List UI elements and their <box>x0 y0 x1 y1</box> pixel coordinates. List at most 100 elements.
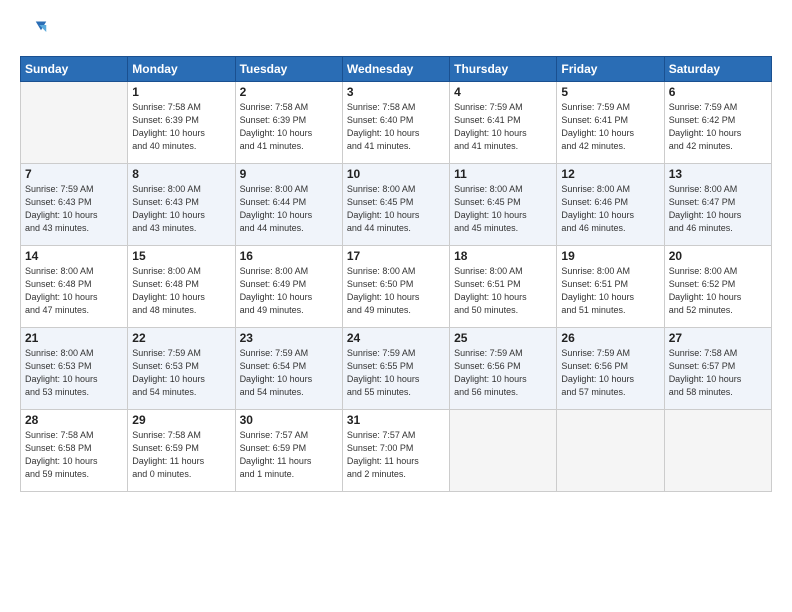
day-info: Sunrise: 7:58 AMSunset: 6:57 PMDaylight:… <box>669 347 767 399</box>
day-info: Sunrise: 7:58 AMSunset: 6:39 PMDaylight:… <box>240 101 338 153</box>
weekday-header-row: SundayMondayTuesdayWednesdayThursdayFrid… <box>21 57 772 82</box>
calendar-cell: 5 Sunrise: 7:59 AMSunset: 6:41 PMDaylight… <box>557 82 664 164</box>
day-number: 1 <box>132 85 230 99</box>
day-info: Sunrise: 7:59 AMSunset: 6:41 PMDaylight:… <box>561 101 659 153</box>
day-info: Sunrise: 7:58 AMSunset: 6:40 PMDaylight:… <box>347 101 445 153</box>
day-info: Sunrise: 7:59 AMSunset: 6:54 PMDaylight:… <box>240 347 338 399</box>
day-number: 14 <box>25 249 123 263</box>
calendar-cell: 11 Sunrise: 8:00 AMSunset: 6:45 PMDayligh… <box>450 164 557 246</box>
day-number: 22 <box>132 331 230 345</box>
calendar-cell: 18Sunrise: 8:00 AMSunset: 6:51 PMDayligh… <box>450 246 557 328</box>
day-number: 29 <box>132 413 230 427</box>
day-number: 25 <box>454 331 552 345</box>
calendar-cell: 23Sunrise: 7:59 AMSunset: 6:54 PMDayligh… <box>235 328 342 410</box>
day-info: Sunrise: 7:59 AMSunset: 6:41 PMDaylight:… <box>454 101 552 153</box>
day-info: Sunrise: 8:00 AMSunset: 6:48 PMDaylight:… <box>132 265 230 317</box>
day-number: 31 <box>347 413 445 427</box>
day-info: Sunrise: 8:00 AMSunset: 6:49 PMDaylight:… <box>240 265 338 317</box>
page: SundayMondayTuesdayWednesdayThursdayFrid… <box>0 0 792 612</box>
day-number: 9 <box>240 167 338 181</box>
calendar-cell: 2 Sunrise: 7:58 AMSunset: 6:39 PMDaylight… <box>235 82 342 164</box>
day-info: Sunrise: 8:00 AMSunset: 6:47 PMDaylight:… <box>669 183 767 235</box>
day-info: Sunrise: 8:00 AMSunset: 6:48 PMDaylight:… <box>25 265 123 317</box>
calendar-cell: 3 Sunrise: 7:58 AMSunset: 6:40 PMDaylight… <box>342 82 449 164</box>
calendar-cell: 22Sunrise: 7:59 AMSunset: 6:53 PMDayligh… <box>128 328 235 410</box>
weekday-header-tuesday: Tuesday <box>235 57 342 82</box>
day-info: Sunrise: 7:59 AMSunset: 6:55 PMDaylight:… <box>347 347 445 399</box>
day-number: 12 <box>561 167 659 181</box>
day-number: 30 <box>240 413 338 427</box>
weekday-header-sunday: Sunday <box>21 57 128 82</box>
day-number: 3 <box>347 85 445 99</box>
day-number: 4 <box>454 85 552 99</box>
calendar-cell: 8 Sunrise: 8:00 AMSunset: 6:43 PMDaylight… <box>128 164 235 246</box>
weekday-header-saturday: Saturday <box>664 57 771 82</box>
calendar-cell: 12 Sunrise: 8:00 AMSunset: 6:46 PMDayligh… <box>557 164 664 246</box>
day-info: Sunrise: 7:58 AMSunset: 6:39 PMDaylight:… <box>132 101 230 153</box>
calendar-cell: 19 Sunrise: 8:00 AMSunset: 6:51 PMDayligh… <box>557 246 664 328</box>
calendar-cell: 28 Sunrise: 7:58 AMSunset: 6:58 PMDayligh… <box>21 410 128 492</box>
day-info: Sunrise: 8:00 AMSunset: 6:43 PMDaylight:… <box>132 183 230 235</box>
calendar-cell <box>21 82 128 164</box>
weekday-header-wednesday: Wednesday <box>342 57 449 82</box>
calendar-cell: 1 Sunrise: 7:58 AMSunset: 6:39 PMDaylight… <box>128 82 235 164</box>
calendar-cell: 25 Sunrise: 7:59 AMSunset: 6:56 PMDayligh… <box>450 328 557 410</box>
day-info: Sunrise: 7:59 AMSunset: 6:43 PMDaylight:… <box>25 183 123 235</box>
day-number: 27 <box>669 331 767 345</box>
calendar-cell: 17Sunrise: 8:00 AMSunset: 6:50 PMDayligh… <box>342 246 449 328</box>
calendar-cell: 6Sunrise: 7:59 AMSunset: 6:42 PMDaylight… <box>664 82 771 164</box>
calendar-cell <box>557 410 664 492</box>
day-number: 19 <box>561 249 659 263</box>
calendar-cell: 27 Sunrise: 7:58 AMSunset: 6:57 PMDayligh… <box>664 328 771 410</box>
day-info: Sunrise: 7:57 AMSunset: 7:00 PMDaylight:… <box>347 429 445 481</box>
day-number: 15 <box>132 249 230 263</box>
day-info: Sunrise: 8:00 AMSunset: 6:44 PMDaylight:… <box>240 183 338 235</box>
day-number: 16 <box>240 249 338 263</box>
week-row-1: 1 Sunrise: 7:58 AMSunset: 6:39 PMDaylight… <box>21 82 772 164</box>
day-number: 7 <box>25 167 123 181</box>
day-number: 13 <box>669 167 767 181</box>
calendar-cell: 13 Sunrise: 8:00 AMSunset: 6:47 PMDayligh… <box>664 164 771 246</box>
day-info: Sunrise: 8:00 AMSunset: 6:51 PMDaylight:… <box>561 265 659 317</box>
day-info: Sunrise: 8:00 AMSunset: 6:50 PMDaylight:… <box>347 265 445 317</box>
calendar-cell: 24 Sunrise: 7:59 AMSunset: 6:55 PMDayligh… <box>342 328 449 410</box>
day-number: 24 <box>347 331 445 345</box>
day-number: 10 <box>347 167 445 181</box>
day-number: 8 <box>132 167 230 181</box>
day-number: 6 <box>669 85 767 99</box>
calendar-table: SundayMondayTuesdayWednesdayThursdayFrid… <box>20 56 772 492</box>
day-info: Sunrise: 7:59 AMSunset: 6:56 PMDaylight:… <box>561 347 659 399</box>
day-info: Sunrise: 7:59 AMSunset: 6:56 PMDaylight:… <box>454 347 552 399</box>
day-number: 20 <box>669 249 767 263</box>
day-info: Sunrise: 8:00 AMSunset: 6:53 PMDaylight:… <box>25 347 123 399</box>
calendar-cell: 30 Sunrise: 7:57 AMSunset: 6:59 PMDayligh… <box>235 410 342 492</box>
logo-icon <box>20 18 48 46</box>
day-info: Sunrise: 7:57 AMSunset: 6:59 PMDaylight:… <box>240 429 338 481</box>
calendar-cell: 26 Sunrise: 7:59 AMSunset: 6:56 PMDayligh… <box>557 328 664 410</box>
calendar-cell <box>450 410 557 492</box>
day-number: 26 <box>561 331 659 345</box>
day-number: 28 <box>25 413 123 427</box>
week-row-2: 7 Sunrise: 7:59 AMSunset: 6:43 PMDaylight… <box>21 164 772 246</box>
logo <box>20 18 52 46</box>
day-info: Sunrise: 8:00 AMSunset: 6:45 PMDaylight:… <box>347 183 445 235</box>
day-number: 21 <box>25 331 123 345</box>
day-number: 2 <box>240 85 338 99</box>
calendar-cell: 10 Sunrise: 8:00 AMSunset: 6:45 PMDayligh… <box>342 164 449 246</box>
week-row-4: 21 Sunrise: 8:00 AMSunset: 6:53 PMDayligh… <box>21 328 772 410</box>
day-number: 5 <box>561 85 659 99</box>
week-row-5: 28 Sunrise: 7:58 AMSunset: 6:58 PMDayligh… <box>21 410 772 492</box>
calendar-cell: 15 Sunrise: 8:00 AMSunset: 6:48 PMDayligh… <box>128 246 235 328</box>
day-info: Sunrise: 8:00 AMSunset: 6:51 PMDaylight:… <box>454 265 552 317</box>
calendar-cell: 14 Sunrise: 8:00 AMSunset: 6:48 PMDayligh… <box>21 246 128 328</box>
week-row-3: 14 Sunrise: 8:00 AMSunset: 6:48 PMDayligh… <box>21 246 772 328</box>
calendar-cell: 4 Sunrise: 7:59 AMSunset: 6:41 PMDaylight… <box>450 82 557 164</box>
day-info: Sunrise: 8:00 AMSunset: 6:45 PMDaylight:… <box>454 183 552 235</box>
day-info: Sunrise: 8:00 AMSunset: 6:52 PMDaylight:… <box>669 265 767 317</box>
calendar-cell: 21 Sunrise: 8:00 AMSunset: 6:53 PMDayligh… <box>21 328 128 410</box>
day-number: 11 <box>454 167 552 181</box>
calendar-cell: 20 Sunrise: 8:00 AMSunset: 6:52 PMDayligh… <box>664 246 771 328</box>
day-info: Sunrise: 7:58 AMSunset: 6:58 PMDaylight:… <box>25 429 123 481</box>
day-info: Sunrise: 8:00 AMSunset: 6:46 PMDaylight:… <box>561 183 659 235</box>
header <box>20 18 772 46</box>
